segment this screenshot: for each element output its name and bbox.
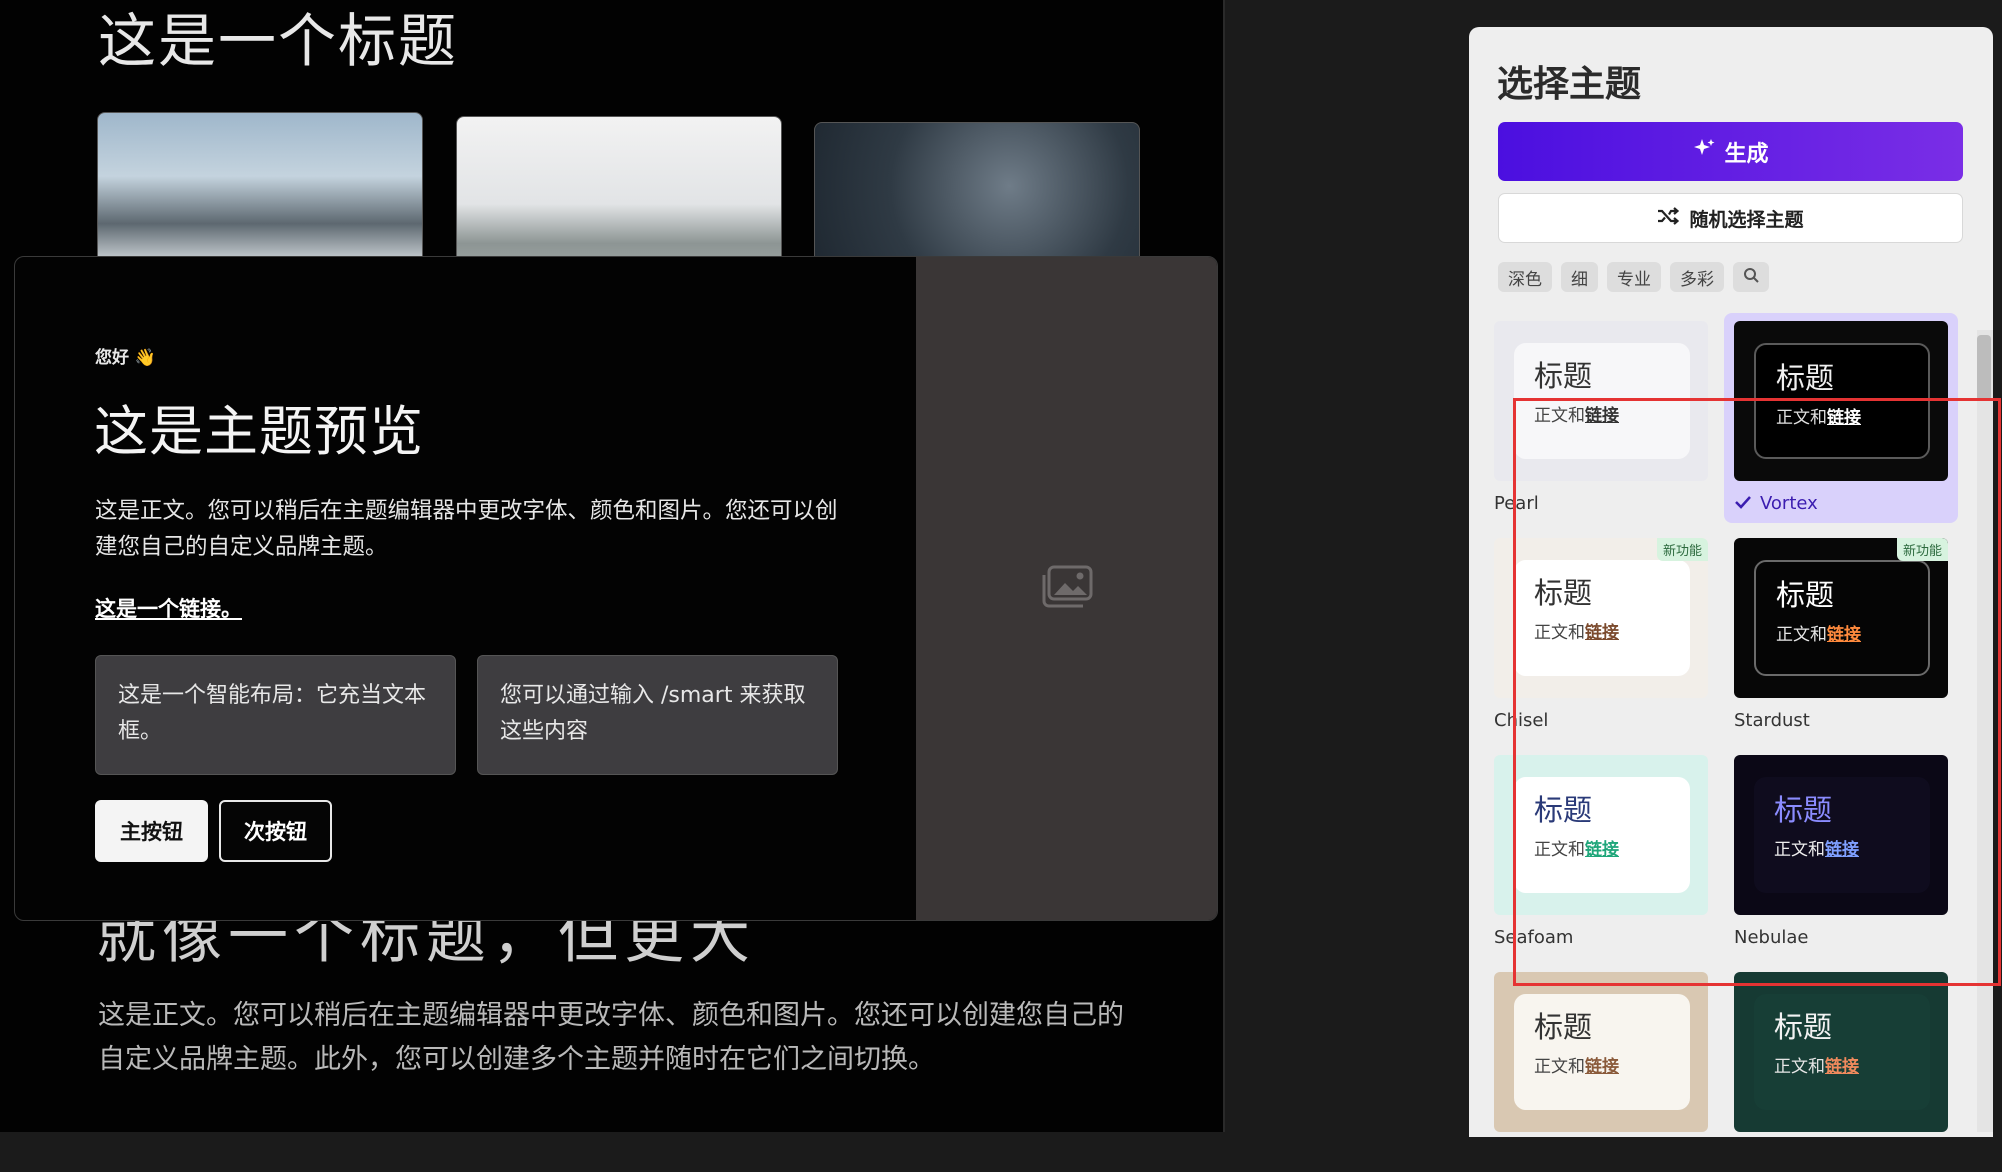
- slide-title[interactable]: 这是一个标题: [98, 0, 458, 78]
- theme-sample-body-text: 正文和: [1774, 1057, 1825, 1077]
- theme-thumbnail: 标题 正文和链接: [1494, 972, 1708, 1132]
- generate-label: 生成: [1724, 141, 1769, 167]
- mountain-image[interactable]: [97, 112, 423, 272]
- theme-preview-popup: 您好 👋 这是主题预览 这是正文。您可以稍后在主题编辑器中更改字体、颜色和图片。…: [14, 256, 1218, 921]
- search-tag-button[interactable]: [1733, 262, 1769, 292]
- smart-layout-box: 您可以通过输入 /smart 来获取这些内容: [477, 655, 838, 775]
- theme-sample-link: 链接: [1825, 1057, 1859, 1077]
- preview-body: 这是正文。您可以稍后在主题编辑器中更改字体、颜色和图片。您还可以创建您自己的自定…: [95, 498, 838, 560]
- theme-card[interactable]: 标题 正文和链接: [1494, 972, 1708, 1172]
- panel-title: 选择主题: [1497, 64, 1642, 105]
- annotation-highlight-box: [1513, 398, 2001, 986]
- preview-link[interactable]: 这是一个链接。: [95, 593, 242, 623]
- search-icon: [1743, 267, 1759, 288]
- theme-sample-body-text: 正文和: [1534, 1057, 1585, 1077]
- random-theme-button[interactable]: 随机选择主题: [1498, 193, 1963, 243]
- shuffle-icon: [1657, 206, 1680, 230]
- theme-filter-tags: 深色 细 专业 多彩: [1498, 262, 1769, 292]
- theme-sample-card: 标题 正文和链接: [1514, 994, 1690, 1110]
- tag-dark[interactable]: 深色: [1498, 262, 1552, 292]
- theme-thumbnail: 标题正文和链接: [1734, 972, 1948, 1132]
- random-theme-label: 随机选择主题: [1689, 208, 1804, 231]
- image-placeholder-icon: [1040, 564, 1094, 614]
- theme-card[interactable]: 标题正文和链接: [1734, 972, 1948, 1172]
- primary-button[interactable]: 主按钮: [95, 800, 208, 862]
- theme-sample-title: 标题: [1776, 361, 1835, 395]
- generate-button[interactable]: 生成: [1498, 122, 1963, 181]
- theme-sample-title: 标题: [1534, 359, 1593, 393]
- tag-thin[interactable]: 细: [1561, 262, 1598, 292]
- astronaut-image[interactable]: [456, 116, 782, 276]
- smart-layout-box: 这是一个智能布局：它充当文本框。: [95, 655, 456, 775]
- tag-professional[interactable]: 专业: [1607, 262, 1661, 292]
- sparkle-icon: [1692, 137, 1716, 167]
- theme-sample-title: 标题: [1534, 1010, 1593, 1044]
- theme-sample-card: 标题正文和链接: [1754, 994, 1930, 1110]
- preview-title: 这是主题预览: [94, 400, 424, 463]
- slide-body[interactable]: 这是正文。您可以稍后在主题编辑器中更改字体、颜色和图片。您还可以创建您自己的自定…: [98, 994, 1148, 1082]
- preview-greeting: 您好 👋: [95, 348, 157, 368]
- image-placeholder: [916, 257, 1217, 920]
- theme-sample-body: 正文和链接: [1534, 1052, 1670, 1077]
- theme-sample-link: 链接: [1585, 1057, 1619, 1077]
- theme-sample-title: 标题: [1774, 1010, 1833, 1044]
- theme-sample-body: 正文和链接: [1774, 1052, 1910, 1077]
- secondary-button[interactable]: 次按钮: [219, 800, 332, 862]
- tag-colorful[interactable]: 多彩: [1670, 262, 1724, 292]
- panel-scrollbar-thumb[interactable]: [1977, 335, 1991, 401]
